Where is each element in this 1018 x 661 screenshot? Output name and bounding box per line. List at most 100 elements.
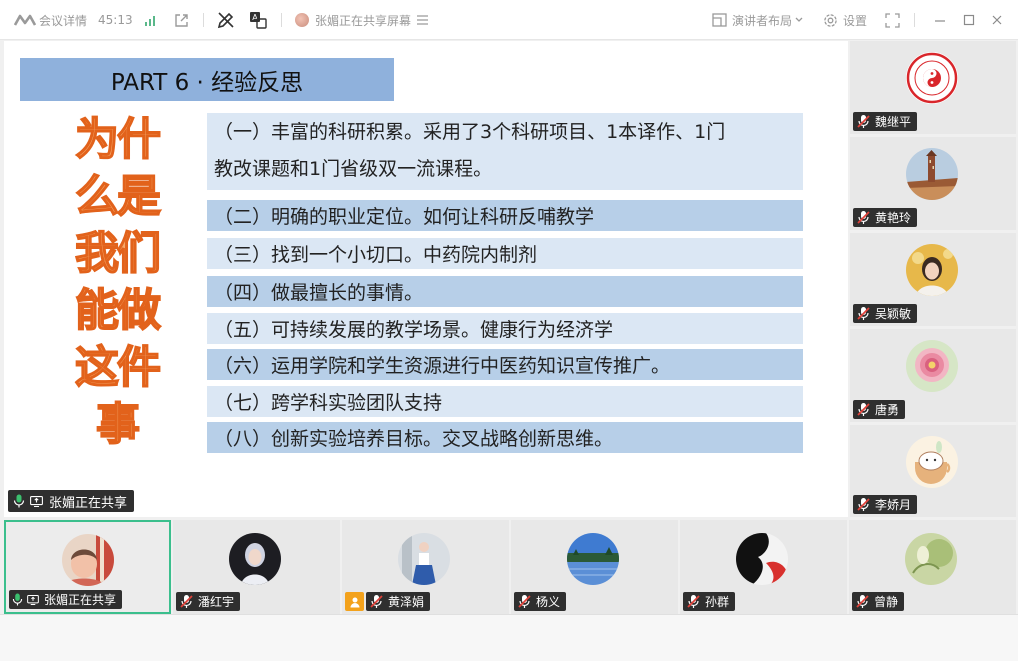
participant-name: 唐勇 bbox=[875, 403, 900, 417]
layout-dropdown[interactable]: 演讲者布局 bbox=[712, 0, 803, 40]
top-bar: 会议详情 45:13 A 张媚正在共享屏幕 演讲者布局 设置 bbox=[0, 0, 1018, 40]
participant-name: 潘红宇 bbox=[198, 595, 235, 609]
mic-on-icon bbox=[12, 593, 23, 606]
popout-icon[interactable] bbox=[174, 0, 189, 40]
lotus-photo-icon bbox=[905, 533, 957, 585]
video-tile[interactable]: 曾静 bbox=[849, 520, 1016, 614]
avatar bbox=[567, 533, 619, 585]
presenter-status[interactable]: 张媚正在共享屏幕 bbox=[295, 0, 429, 40]
avatar bbox=[905, 533, 957, 585]
presenter-avatar bbox=[295, 13, 309, 27]
screen-share-icon bbox=[27, 594, 39, 605]
participant-name-badge: 唐勇 bbox=[853, 400, 906, 419]
tower-photo-icon bbox=[906, 148, 958, 200]
slide-item-1: （一）丰富的科研积累。采用了3个科研项目、1本译作、1门 教改课题和1门省级双一… bbox=[207, 113, 803, 190]
participant-name: 曾静 bbox=[874, 595, 899, 609]
annotate-pen-icon[interactable] bbox=[217, 0, 235, 40]
layout-label: 演讲者布局 bbox=[732, 13, 793, 28]
person-photo-icon bbox=[906, 244, 958, 296]
abstract-photo-icon bbox=[736, 533, 788, 585]
participant-name-badge: 魏继平 bbox=[853, 112, 918, 131]
slide-item-2: （二）明确的职业定位。如何让科研反哺教学 bbox=[207, 200, 803, 231]
mic-on-icon bbox=[13, 494, 25, 508]
video-tile[interactable]: 潘红宇 bbox=[173, 520, 340, 614]
settings-label: 设置 bbox=[843, 13, 868, 28]
why-line: 么是 bbox=[74, 170, 162, 223]
mic-muted-icon bbox=[857, 307, 870, 320]
slide-item-1-line-1: （一）丰富的科研积累。采用了3个科研项目、1本译作、1门 bbox=[214, 121, 726, 143]
mic-muted-icon bbox=[370, 595, 383, 608]
participant-name: 黄艳玲 bbox=[875, 211, 912, 225]
video-tile[interactable]: 吴颖敏 bbox=[850, 233, 1016, 326]
person-photo-icon bbox=[398, 533, 450, 585]
app-logo-icon bbox=[14, 14, 36, 26]
avatar bbox=[906, 340, 958, 392]
cartoon-cup-icon bbox=[906, 436, 958, 488]
why-line: 事 bbox=[95, 398, 141, 451]
video-tile[interactable]: 唐勇 bbox=[850, 329, 1016, 422]
video-tile[interactable]: 魏继平 bbox=[850, 41, 1016, 134]
participant-name-badge: 张媚正在共享 bbox=[9, 590, 123, 609]
avatar bbox=[229, 533, 281, 585]
video-tile[interactable]: 黄泽娟 bbox=[342, 520, 509, 614]
flower-photo-icon bbox=[906, 340, 958, 392]
participant-name: 吴颖敏 bbox=[875, 307, 912, 321]
participant-name: 黄泽娟 bbox=[388, 595, 425, 609]
slide-why-heading: 为什 么是 我们 能做 这件 事 bbox=[62, 111, 172, 453]
avatar bbox=[906, 436, 958, 488]
fullscreen-icon[interactable] bbox=[885, 0, 900, 40]
participant-name-badge: 曾静 bbox=[852, 592, 905, 611]
video-tile[interactable]: 杨义 bbox=[511, 520, 678, 614]
screen-share-icon bbox=[30, 495, 43, 507]
why-line: 为什 bbox=[74, 113, 162, 166]
video-tile[interactable]: 孙群 bbox=[680, 520, 847, 614]
slide-item-3: （三）找到一个小切口。中药院内制剂 bbox=[207, 238, 803, 269]
minimize-icon[interactable] bbox=[934, 0, 946, 40]
participant-name: 杨义 bbox=[536, 595, 561, 609]
participant-name: 孙群 bbox=[705, 595, 730, 609]
gear-icon bbox=[824, 13, 837, 27]
list-icon bbox=[417, 15, 429, 25]
slide-item-5: （五）可持续发展的教学场景。健康行为经济学 bbox=[207, 313, 803, 344]
mic-muted-icon bbox=[856, 595, 869, 608]
participant-name-badge: 孙群 bbox=[683, 592, 736, 611]
mic-muted-icon bbox=[518, 595, 531, 608]
slide-item-1-line-2: 教改课题和1门省级双一流课程。 bbox=[214, 158, 493, 180]
slide-item-6: （六）运用学院和学生资源进行中医药知识宣传推广。 bbox=[207, 349, 803, 380]
settings-button[interactable]: 设置 bbox=[823, 0, 867, 40]
participant-name-badge: 黄艳玲 bbox=[853, 208, 918, 227]
participant-name-badge: 吴颖敏 bbox=[853, 304, 918, 323]
slide-item-4: （四）做最擅长的事情。 bbox=[207, 276, 803, 307]
presenter-status-label: 张媚正在共享屏幕 bbox=[315, 13, 412, 28]
host-icon bbox=[345, 592, 364, 611]
video-tile-active[interactable]: 张媚正在共享 bbox=[4, 520, 171, 614]
video-tile[interactable]: 李娇月 bbox=[850, 425, 1016, 517]
mic-muted-icon bbox=[857, 115, 870, 128]
close-icon[interactable] bbox=[991, 0, 1003, 40]
slide-item-7: （七）跨学科实验团队支持 bbox=[207, 386, 803, 417]
participant-name-badge: 李娇月 bbox=[853, 495, 918, 514]
chevron-down-icon bbox=[795, 17, 803, 22]
mic-muted-icon bbox=[857, 403, 870, 416]
network-signal-icon[interactable] bbox=[144, 0, 158, 40]
participant-name: 张媚正在共享 bbox=[44, 593, 117, 607]
avatar bbox=[906, 52, 958, 104]
meeting-details-button[interactable]: 会议详情 bbox=[14, 0, 87, 40]
why-line: 这件 bbox=[74, 341, 162, 394]
layout-icon bbox=[712, 13, 727, 27]
participant-name: 李娇月 bbox=[875, 498, 912, 512]
sharing-status-badge: 张媚正在共享 bbox=[8, 490, 135, 512]
maximize-icon[interactable] bbox=[963, 0, 975, 40]
lake-photo-icon bbox=[567, 533, 619, 585]
translate-icon[interactable]: A bbox=[249, 0, 267, 40]
video-tile[interactable]: 黄艳玲 bbox=[850, 137, 1016, 230]
slide-part-title: PART 6 · 经验反思 bbox=[20, 58, 394, 101]
meeting-timer: 45:13 bbox=[98, 13, 133, 27]
avatar bbox=[62, 534, 114, 586]
sharing-status-label: 张媚正在共享 bbox=[49, 495, 128, 511]
why-line: 我们 bbox=[74, 227, 162, 280]
participant-name: 魏继平 bbox=[875, 115, 912, 129]
bottom-bar bbox=[0, 614, 1018, 661]
meeting-details-label: 会议详情 bbox=[39, 13, 88, 28]
shared-screen: PART 6 · 经验反思 为什 么是 我们 能做 这件 事 （一）丰富的科研积… bbox=[4, 41, 848, 517]
